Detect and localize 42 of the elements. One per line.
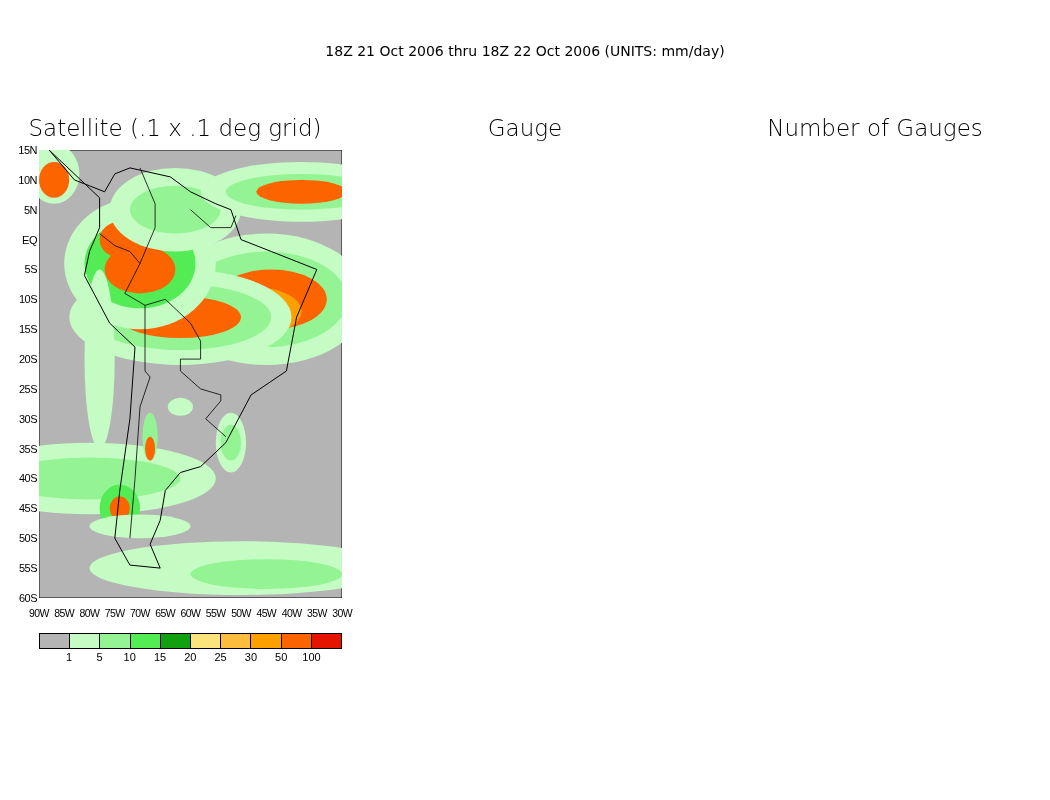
panel-title: Gauge — [486, 115, 564, 143]
latitude-label: 15S — [18, 323, 37, 336]
longitude-label: 45W — [256, 607, 277, 619]
legend-label: 20 — [183, 651, 198, 663]
latitude-label: 40S — [18, 472, 37, 485]
latitude-label: 15N — [18, 144, 37, 156]
longitude-label: 75W — [104, 607, 125, 619]
longitude-label: 30W — [332, 607, 352, 619]
longitude-label: 85W — [54, 607, 75, 619]
legend-label: 10 — [122, 651, 137, 663]
plot-title: 18Z 21 Oct 2006 thru 18Z 22 Oct 2006 (UNITS: mm/day) — [325, 43, 725, 61]
longitude-label: 40W — [281, 607, 302, 619]
latitude-label: 50S — [18, 532, 37, 545]
latitude-label: 25S — [18, 382, 37, 395]
longitude-label: 70W — [130, 607, 150, 619]
legend-label: 50 — [274, 651, 289, 663]
legend-label: 15 — [152, 651, 168, 663]
legend-label: 100 — [301, 651, 322, 663]
legend-label: 1 — [65, 651, 74, 663]
latitude-label: 35S — [18, 442, 37, 455]
latitude-label: 10S — [18, 293, 37, 306]
latitude-label: 45S — [18, 502, 37, 515]
legend-label: 5 — [95, 651, 104, 663]
latitude-label: 30S — [18, 412, 37, 425]
latitude-label: 5S — [24, 263, 37, 276]
legend-label: 30 — [243, 651, 259, 663]
latitude-label: 60S — [18, 591, 37, 604]
longitude-label: 65W — [155, 607, 176, 619]
longitude-label: 35W — [306, 607, 327, 619]
latitude-label: 5N — [23, 203, 37, 216]
longitude-label: 55W — [205, 607, 226, 619]
longitude-label: 90W — [29, 607, 49, 619]
latitude-label: 55S — [18, 562, 37, 575]
longitude-label: 60W — [180, 607, 201, 619]
legend-label: 25 — [213, 651, 228, 663]
longitude-label: 50W — [231, 607, 251, 619]
panel-title: Satellite (.1 x .1 deg grid) — [27, 115, 323, 143]
latitude-label: EQ — [22, 233, 37, 246]
latitude-label: 20S — [18, 353, 37, 365]
panel-title: Number of Gauges — [766, 115, 984, 143]
longitude-label: 80W — [79, 607, 100, 619]
latitude-label: 10N — [18, 173, 37, 186]
